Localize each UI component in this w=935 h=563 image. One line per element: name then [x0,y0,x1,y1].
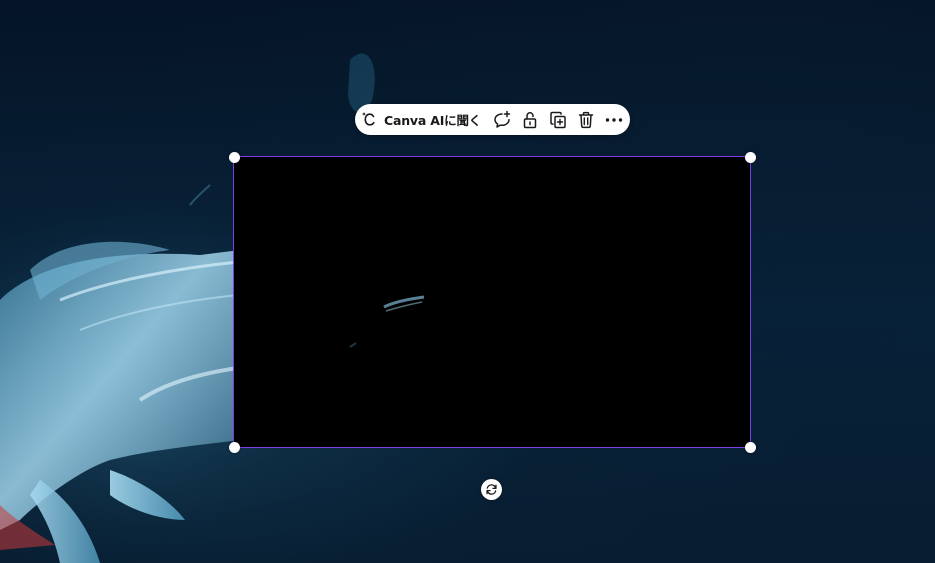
video-content [349,295,425,348]
resize-handle-bottom-left[interactable] [228,441,240,453]
delete-button[interactable] [575,109,596,131]
canva-ai-button[interactable]: Canva AIに聞く [361,104,481,135]
comment-add-button[interactable] [491,109,512,131]
design-canvas[interactable]: Canva AIに聞く [0,0,935,563]
canva-ai-sparkle-icon [361,111,378,128]
trash-icon [578,111,593,128]
unlock-button[interactable] [519,109,540,131]
duplicate-icon [549,111,566,128]
comment-add-icon [493,110,510,128]
resize-handle-bottom-right[interactable] [744,441,756,453]
more-horizontal-icon [605,117,622,122]
more-options-button[interactable] [603,109,624,131]
canva-ai-label: Canva AIに聞く [384,113,482,128]
selected-video-frame[interactable] [233,156,751,448]
rotate-handle[interactable] [481,479,502,500]
rotate-icon [486,484,497,495]
floating-toolbar: Canva AIに聞く [355,104,630,135]
resize-handle-top-right[interactable] [744,151,756,163]
unlock-icon [523,111,536,128]
duplicate-button[interactable] [547,109,568,131]
resize-handle-top-left[interactable] [228,151,240,163]
